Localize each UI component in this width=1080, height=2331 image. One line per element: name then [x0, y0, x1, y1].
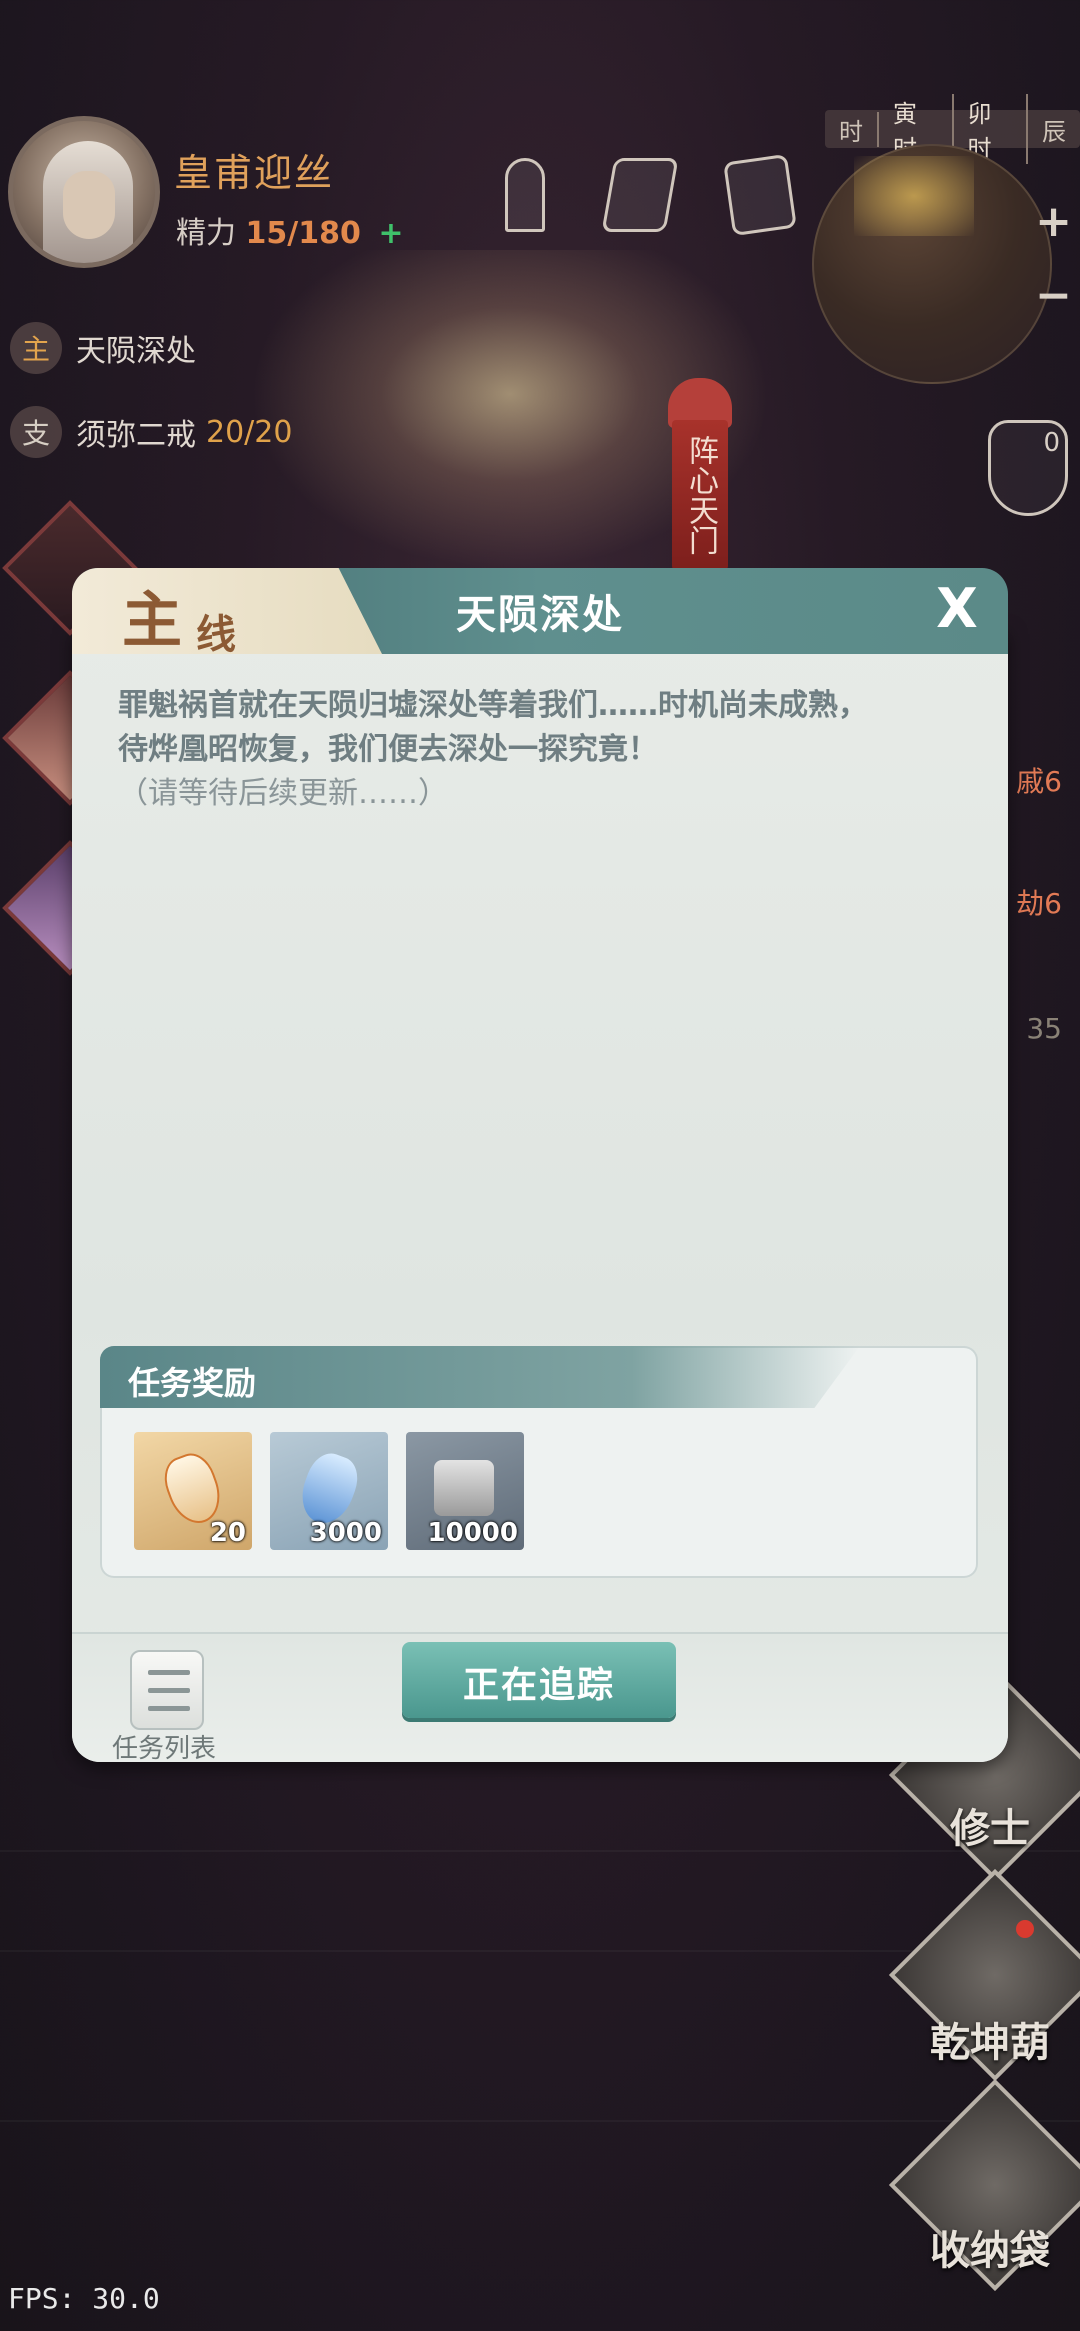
- time-slot: 时: [825, 111, 879, 147]
- description-note: （请等待后续更新……）: [118, 776, 448, 811]
- main-quest-badge: 主: [10, 322, 62, 374]
- reward-item[interactable]: 20: [134, 1432, 252, 1550]
- main-quest-name: 天陨深处: [76, 334, 196, 369]
- player-name: 皇甫迎丝: [174, 151, 335, 195]
- reward-quantity: 3000: [309, 1518, 382, 1548]
- side-quest-name: 须弥二戒: [76, 418, 196, 453]
- reward-item[interactable]: 3000: [270, 1432, 388, 1550]
- shounadai-label: 收纳袋: [930, 2227, 1050, 2274]
- reward-panel: 任务奖励 20 3000 10000: [100, 1346, 978, 1578]
- reward-quantity: 20: [209, 1518, 246, 1548]
- side-quest-badge: 支: [10, 406, 62, 458]
- right-label-partial: 35: [1026, 1012, 1062, 1045]
- energy-value: 15/180: [245, 216, 361, 251]
- time-bar: 时 寅时 卯时 辰: [825, 94, 1080, 164]
- tracking-label: 正在追踪: [462, 1665, 615, 1706]
- close-button[interactable]: X: [926, 578, 988, 640]
- avatar-face: [63, 171, 115, 239]
- scroll-book-icon[interactable]: [720, 150, 800, 240]
- notification-dot: [1016, 1920, 1034, 1938]
- main-quest-tracker[interactable]: 主 天陨深处: [10, 320, 196, 376]
- quest-list-label[interactable]: 任务列表: [112, 1728, 216, 1765]
- side-quest-tracker[interactable]: 支 须弥二戒 20/20: [10, 404, 292, 460]
- quest-dialog: 主 线 天陨深处 X 罪魁祸首就在天陨归墟深处等着我们……时机尚未成熟， 待烨凰…: [72, 568, 1008, 1765]
- reward-quantity: 10000: [427, 1518, 518, 1548]
- quest-list-button[interactable]: [130, 1650, 204, 1730]
- reward-item[interactable]: 10000: [406, 1432, 524, 1550]
- scroll-map-icon[interactable]: [600, 150, 680, 240]
- right-label-partial: 戚6: [1016, 765, 1062, 798]
- xiushi-label: 修士: [950, 1805, 1030, 1852]
- reward-title: 任务奖励: [128, 1364, 257, 1402]
- side-quest-count: 20/20: [206, 414, 293, 450]
- energy-add-button[interactable]: +: [378, 216, 403, 251]
- lantern-count: 0: [1043, 428, 1060, 458]
- zoom-in-button[interactable]: +: [1035, 196, 1072, 247]
- dialog-title: 天陨深处: [456, 592, 624, 638]
- energy-display: 精力 15/180 +: [176, 208, 404, 252]
- quest-description: 罪魁祸首就在天陨归墟深处等着我们……时机尚未成熟， 待烨凰昭恢复，我们便去深处一…: [118, 684, 978, 816]
- player-avatar[interactable]: [8, 116, 160, 268]
- energy-label: 精力: [176, 216, 236, 251]
- fps-counter: FPS: 30.0: [8, 2282, 160, 2315]
- description-line: 待烨凰昭恢复，我们便去深处一探究竟！: [118, 732, 658, 767]
- description-line: 罪魁祸首就在天陨归墟深处等着我们……时机尚未成熟，: [118, 688, 868, 723]
- background-wave: [0, 2120, 1080, 2122]
- qiankunhu-label: 乾坤葫: [930, 2019, 1050, 2066]
- reward-header: 任务奖励: [100, 1346, 860, 1408]
- scroll-bundle-icon: [434, 1460, 494, 1516]
- minimap[interactable]: [812, 144, 1052, 384]
- right-label-partial: 劫6: [1016, 887, 1062, 920]
- time-slot: 辰: [1042, 117, 1066, 146]
- zoom-out-button[interactable]: −: [1035, 270, 1072, 321]
- location-banner[interactable]: 阵心天门: [672, 420, 728, 570]
- bell-tower-icon[interactable]: [485, 150, 565, 240]
- background-wave: [0, 1850, 1080, 1852]
- tracking-button[interactable]: 正在追踪: [402, 1642, 676, 1718]
